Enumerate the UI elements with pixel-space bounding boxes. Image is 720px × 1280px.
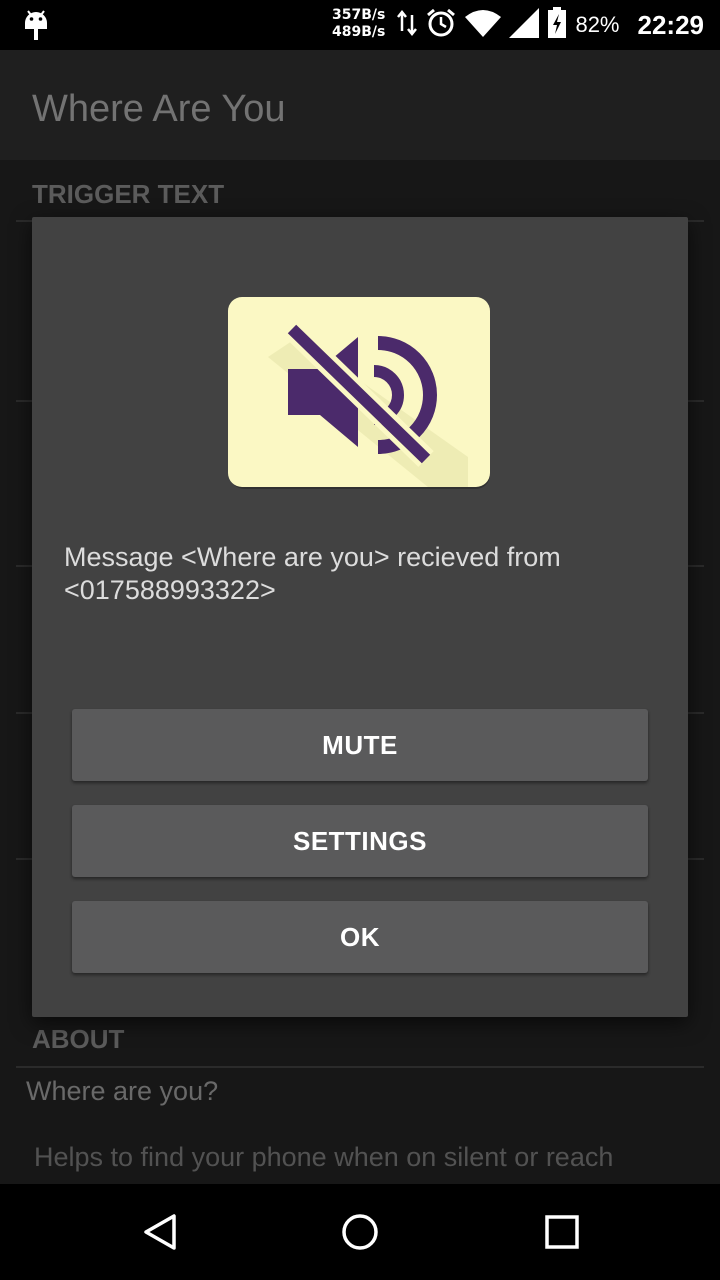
mute-button[interactable]: MUTE — [72, 709, 648, 781]
home-icon[interactable] — [340, 1212, 380, 1252]
ok-button[interactable]: OK — [72, 901, 648, 973]
alarm-icon — [425, 7, 457, 43]
back-icon[interactable] — [140, 1212, 180, 1252]
alert-dialog: Message <Where are you> recieved from <0… — [32, 217, 688, 1017]
settings-button[interactable]: SETTINGS — [72, 805, 648, 877]
recents-icon[interactable] — [542, 1212, 582, 1252]
cell-signal-icon — [509, 8, 540, 42]
android-debug-icon — [22, 9, 50, 45]
clock: 22:29 — [637, 9, 705, 40]
dialog-message: Message <Where are you> recieved from <0… — [64, 542, 561, 605]
mute-speaker-icon — [228, 297, 492, 491]
status-bar: 357B/s 489B/s 82% 22:29 — [0, 0, 720, 50]
battery-charging-icon — [547, 7, 567, 43]
battery-percent: 82% — [575, 12, 620, 37]
navigation-bar — [0, 1184, 720, 1280]
data-transfer-icon — [397, 9, 418, 41]
wifi-icon — [465, 9, 502, 41]
